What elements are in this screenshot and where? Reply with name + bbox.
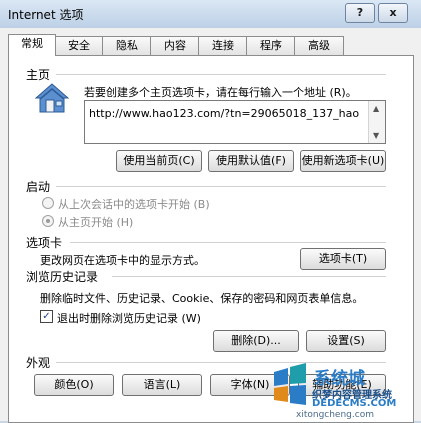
tabs-settings-button[interactable]: 选项卡(T) bbox=[300, 248, 386, 270]
scroll-down-arrow-icon: ▼ bbox=[373, 131, 380, 140]
tab-content[interactable]: 内容 bbox=[150, 36, 200, 55]
delete-on-exit-checkbox[interactable]: ✓ bbox=[40, 310, 53, 323]
help-button[interactable]: ? bbox=[345, 3, 375, 23]
history-description: 删除临时文件、历史记录、Cookie、保存的密码和网页表单信息。 bbox=[40, 292, 364, 305]
delete-on-exit-label: 退出时删除浏览历史记录 (W) bbox=[57, 312, 201, 325]
history-section-title: 浏览历史记录 bbox=[26, 270, 99, 284]
homepage-instruction: 若要创建多个主页选项卡，请在每行输入一个地址 (R)。 bbox=[84, 86, 357, 99]
tab-connections[interactable]: 连接 bbox=[198, 36, 248, 55]
window-title: Internet 选项 bbox=[8, 8, 84, 22]
appearance-section-title: 外观 bbox=[26, 356, 51, 370]
radio-home-page-label: 从主页开始 (H) bbox=[58, 216, 134, 229]
windows-logo-icon bbox=[274, 363, 306, 405]
tab-programs[interactable]: 程序 bbox=[246, 36, 296, 55]
homepage-url-text: http://www.hao123.com/?tn=29065018_137_h… bbox=[89, 107, 360, 120]
startup-section-title: 启动 bbox=[26, 180, 51, 194]
tabs-section-title: 选项卡 bbox=[26, 236, 63, 250]
tabs-description: 更改网页在选项卡中的显示方式。 bbox=[40, 254, 205, 267]
tab-advanced[interactable]: 高级 bbox=[294, 36, 344, 55]
watermark-line3: xitongcheng.com bbox=[296, 410, 374, 420]
radio-home-page[interactable] bbox=[42, 215, 54, 227]
startup-divider bbox=[56, 186, 386, 187]
history-divider bbox=[112, 276, 386, 277]
radio-last-session-label: 从上次会话中的选项卡开始 (B) bbox=[58, 198, 210, 211]
colors-button[interactable]: 颜色(O) bbox=[34, 374, 114, 396]
tab-security[interactable]: 安全 bbox=[54, 36, 104, 55]
homepage-section-title: 主页 bbox=[26, 68, 51, 82]
scroll-up-arrow-icon: ▲ bbox=[373, 104, 380, 113]
title-bar: Internet 选项 ? x bbox=[0, 0, 421, 29]
use-new-tab-button[interactable]: 使用新选项卡(U) bbox=[300, 150, 386, 172]
radio-last-session[interactable] bbox=[42, 197, 54, 209]
use-default-button[interactable]: 使用默认值(F) bbox=[208, 150, 294, 172]
url-scrollbar[interactable]: ▲ ▼ bbox=[368, 101, 385, 143]
homepage-divider bbox=[56, 74, 386, 75]
tab-general[interactable]: 常规 bbox=[8, 34, 56, 56]
history-settings-button[interactable]: 设置(S) bbox=[306, 330, 386, 352]
tabs-divider bbox=[70, 242, 386, 243]
watermark-line2: DEDECMS.COM bbox=[312, 398, 397, 409]
house-icon bbox=[34, 83, 70, 113]
site-watermark: 系统城 织梦内容管理系统 DEDECMS.COM xitongcheng.com bbox=[270, 362, 421, 421]
delete-history-button[interactable]: 删除(D)... bbox=[213, 330, 299, 352]
homepage-url-textarea[interactable]: http://www.hao123.com/?tn=29065018_137_h… bbox=[84, 100, 386, 144]
languages-button[interactable]: 语言(L) bbox=[122, 374, 202, 396]
tab-privacy[interactable]: 隐私 bbox=[102, 36, 152, 55]
use-current-button[interactable]: 使用当前页(C) bbox=[116, 150, 202, 172]
close-button[interactable]: x bbox=[378, 3, 408, 23]
